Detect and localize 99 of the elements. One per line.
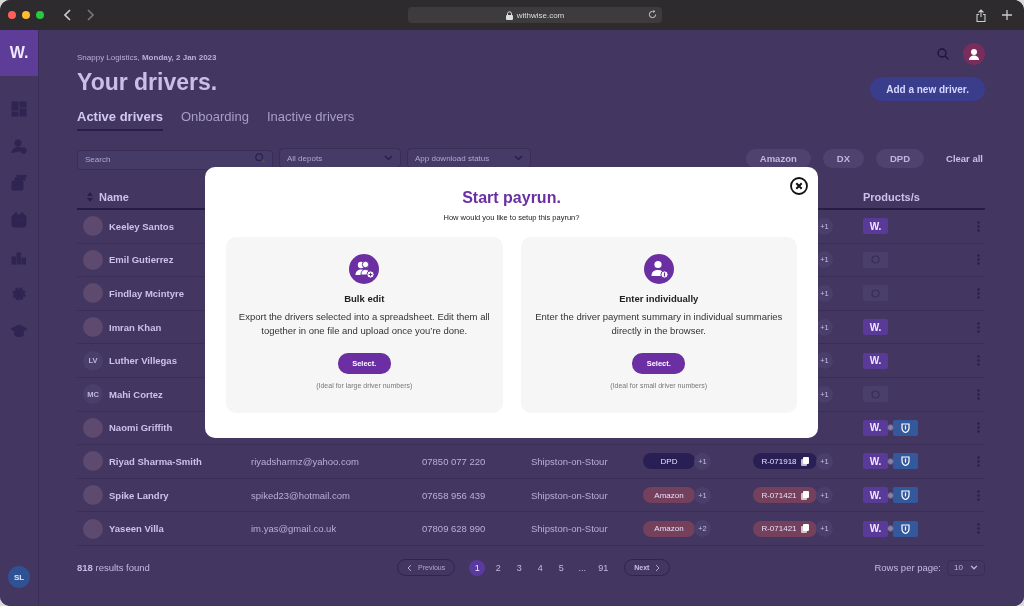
page-link[interactable]: 2 [490,559,507,576]
people-plus-icon [349,254,380,284]
driver-name[interactable]: Mahi Cortez [109,388,163,400]
copy-icon[interactable] [800,456,809,466]
clear-all-button[interactable]: Clear all [944,152,985,164]
page-link[interactable]: 5 [553,559,570,576]
tab[interactable]: Active drivers [77,109,163,131]
phone-cell-text: 07850 077 220 [422,455,487,467]
close-icon[interactable] [790,177,808,195]
tab[interactable]: Onboarding [181,109,249,131]
photo-placeholder [83,485,103,506]
page-title: Your drivers. [77,69,218,96]
route-tag: R-071918 [753,453,817,470]
results-count: 818 results found [77,562,151,574]
chevron-left-icon [407,563,412,572]
chevron-right-icon [655,563,661,572]
column-header[interactable]: Products/s [863,191,971,203]
option-title: Bulk edit [344,293,385,304]
driver-name[interactable]: Imran Khan [109,321,162,333]
photo-placeholder [83,317,103,338]
product-logo: W. [863,487,888,504]
copy-icon[interactable] [800,524,809,534]
depot-dropdown[interactable]: All depots [279,148,401,168]
page-link[interactable]: 1 [469,559,486,576]
url-text: withwise.com [516,10,565,20]
photo-placeholder [83,451,103,472]
chevron-down-icon [970,565,978,571]
logo[interactable]: W. [0,30,38,76]
driver-name[interactable]: Yaseen Villa [109,523,164,535]
shield-icon [901,523,910,534]
page-link[interactable]: 4 [532,559,549,576]
photo-placeholder [83,417,103,438]
forward-icon[interactable] [86,9,94,21]
new-tab-icon[interactable] [1002,10,1012,20]
column-header[interactable]: Name [99,191,129,203]
rows-per-page-dropdown[interactable]: 10 [947,559,985,576]
photo-placeholder [83,518,103,539]
filter-chip[interactable]: DX [822,148,864,168]
option-description: Export the drivers selected into a spreadsheet. Edit them all together in one file and upload once you’re done. [237,310,491,337]
search-icon [255,153,265,163]
person-icon [968,48,980,60]
email-cell-text: im.yas@gmail.co.uk [251,523,338,535]
app-status-dropdown[interactable]: App download status [407,148,531,168]
rows-per-page-label: Rows per page: [874,562,941,574]
modal-title: Start payrun. [462,189,561,207]
depot-cell-text: Shipston-on-Stour [531,523,609,535]
service-tag: Amazon [643,520,695,537]
profile-avatar[interactable] [963,43,985,65]
page-link[interactable]: ... [574,559,591,576]
sort-icon[interactable] [87,192,93,202]
product-logo: W. [863,352,888,369]
shield-icon [901,490,910,501]
phone-cell-text: 07658 956 439 [422,489,487,501]
depot-cell-text: Shipston-on-Stour [531,455,609,467]
driver-name[interactable]: Spike Landry [109,489,169,501]
search-field[interactable]: Search [77,149,273,170]
shield-icon [901,456,910,467]
reload-icon[interactable] [648,10,657,19]
lock-icon [505,10,513,20]
option-title: Enter individually [619,293,699,304]
shield-icon [901,422,910,433]
driver-name[interactable]: Riyad Sharma-Smith [109,455,202,467]
option-description: Enter the driver payment summary in individual summaries directly in the browser. [534,310,784,337]
driver-name[interactable]: Luther Villegas [109,355,177,367]
share-icon[interactable] [976,8,986,22]
filter-chip[interactable]: DPD [875,148,925,168]
copy-icon[interactable] [800,490,809,500]
email-cell-text: spiked23@hotmail.com [251,489,351,501]
tab[interactable]: Inactive drivers [266,109,355,131]
phone-cell-text: 07809 628 990 [422,523,487,535]
search-icon[interactable] [937,48,949,60]
user-avatar[interactable]: SL [8,566,30,588]
page-link[interactable]: 3 [511,559,528,576]
product-logo: W. [863,319,888,336]
driver-name[interactable]: Findlay Mcintyre [109,288,184,299]
driver-name[interactable]: Naomi Griffith [109,422,173,434]
route-tag: R-071421 [753,520,817,537]
chevron-down-icon [384,155,393,161]
service-tag: DPD [643,453,695,470]
greeting-text: Snappy Logistics, Monday, 2 Jan 2023 [77,53,218,62]
product-logo: W. [863,453,888,470]
photo-placeholder [83,283,103,304]
driver-name[interactable]: Emil Gutierrez [109,254,174,266]
email-cell-text: riyadsharmz@yahoo.com [251,455,360,467]
product-logo: W. [863,218,888,235]
add-driver-button[interactable]: Add a new driver. [870,77,985,101]
photo-placeholder [83,216,103,237]
driver-name[interactable]: Keeley Santos [109,220,174,232]
product-logo: W. [863,520,888,537]
back-icon[interactable] [64,9,72,21]
filter-chip[interactable]: Amazon [745,148,811,168]
service-tag: Amazon [643,487,695,504]
address-bar[interactable]: withwise.com [408,7,662,23]
photo-placeholder [83,249,103,270]
product-logo: W. [863,419,888,436]
chevron-down-icon [514,155,523,161]
depot-cell-text: Shipston-on-Stour [531,489,609,501]
page-link[interactable]: 91 [595,559,612,576]
route-tag: R-071421 [753,487,817,504]
